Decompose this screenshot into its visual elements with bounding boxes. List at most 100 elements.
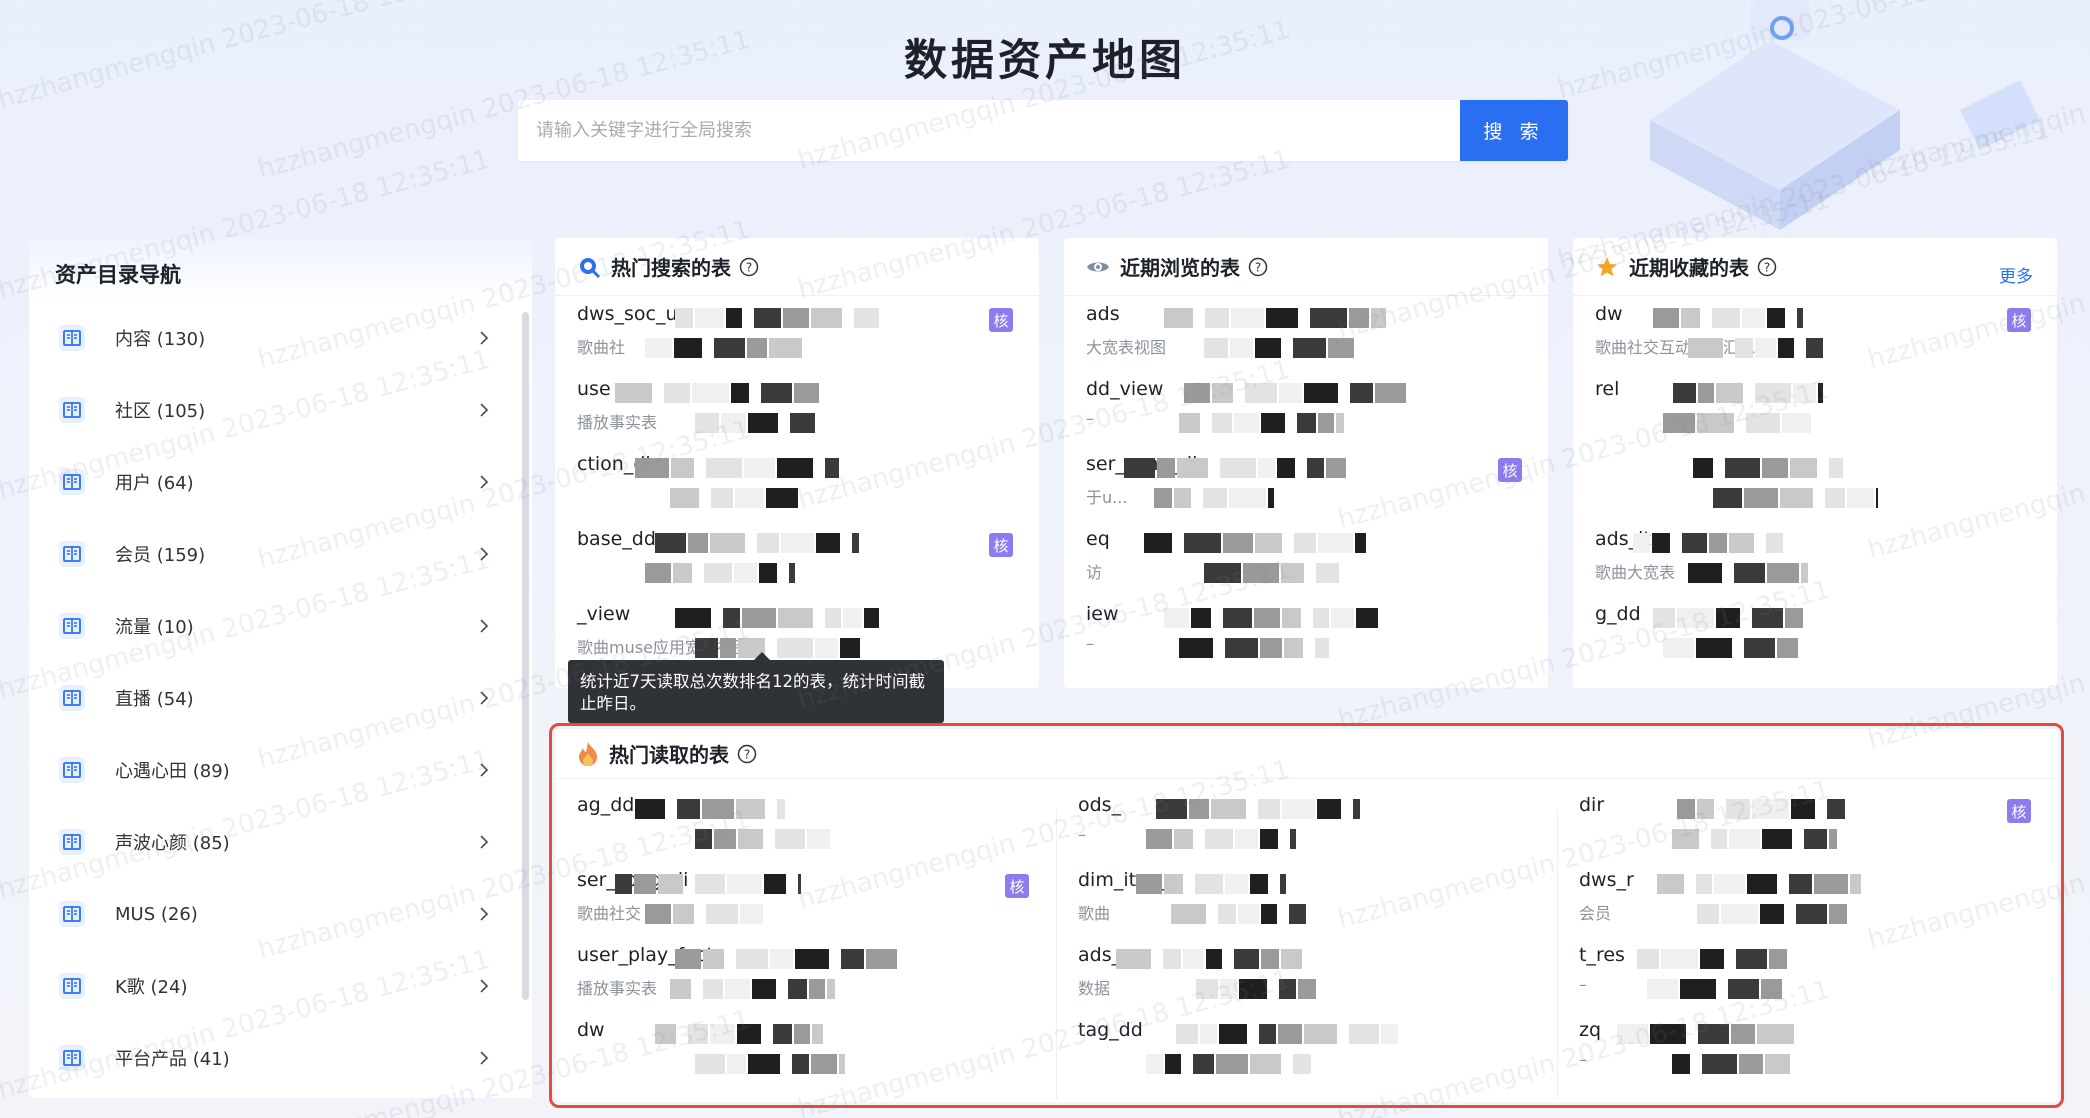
- highlight-frame: [549, 723, 2064, 1108]
- table-row[interactable]: base_dd 核: [555, 521, 1039, 596]
- hot-search-card: 热门搜索的表 ? dws_soc_us 歌曲社核 use 播放事实表 ction_di b…: [555, 238, 1039, 688]
- redacted-mosaic: [1663, 413, 1813, 433]
- redacted-mosaic: [675, 308, 879, 328]
- chevron-right-icon: [480, 1051, 489, 1065]
- table-row[interactable]: g_dd: [1573, 596, 2057, 671]
- table-description: 歌曲社交互动轻度汇总: [1595, 338, 1756, 357]
- core-badge: 核: [989, 308, 1013, 332]
- redacted-mosaic: [695, 638, 860, 658]
- table-row[interactable]: rel: [1573, 371, 2057, 446]
- chevron-right-icon: [480, 907, 489, 921]
- table-row[interactable]: ads_itm歌曲大宽表: [1573, 521, 2057, 596]
- chevron-right-icon: [480, 403, 489, 417]
- table-row[interactable]: ction_di: [555, 446, 1039, 521]
- catalog-icon: [59, 829, 85, 855]
- sidebar-scrollbar[interactable]: [522, 312, 529, 1000]
- redacted-mosaic: [695, 413, 815, 433]
- sidebar-item[interactable]: 直播 (54): [29, 662, 532, 734]
- table-row[interactable]: ads 大宽表视图: [1064, 296, 1548, 371]
- catalog-icon: [59, 973, 85, 999]
- star-icon: [1597, 256, 1617, 276]
- sidebar-item[interactable]: 用户 (64): [29, 446, 532, 518]
- redacted-mosaic: [655, 533, 859, 553]
- sidebar-item[interactable]: MUS (26): [29, 878, 532, 950]
- search-bar: 搜 索: [518, 100, 1568, 161]
- table-row[interactable]: dws_soc_us 歌曲社核: [555, 296, 1039, 371]
- table-row[interactable]: [1573, 446, 2057, 521]
- core-badge: 核: [989, 533, 1013, 557]
- redacted-mosaic: [1154, 488, 1274, 508]
- sidebar-item[interactable]: 会员 (159): [29, 518, 532, 590]
- redacted-mosaic: [1688, 338, 1823, 358]
- sidebar-item-label: 会员 (159): [115, 545, 206, 566]
- catalog-icon: [59, 325, 85, 351]
- table-row[interactable]: iew –: [1064, 596, 1548, 671]
- catalog-icon: [59, 685, 85, 711]
- sidebar-item[interactable]: 社区 (105): [29, 374, 532, 446]
- redacted-mosaic: [1164, 608, 1386, 628]
- sidebar-item[interactable]: 内容 (130): [29, 302, 532, 374]
- catalog-icon: [59, 613, 85, 639]
- table-name: rel: [1595, 378, 1620, 400]
- catalog-icon: [59, 901, 85, 927]
- chevron-right-icon: [480, 331, 489, 345]
- search-button[interactable]: 搜 索: [1460, 100, 1568, 161]
- sidebar-item-label: 流量 (10): [115, 617, 194, 638]
- table-row[interactable]: use 播放事实表: [555, 371, 1039, 446]
- redacted-mosaic: [675, 608, 879, 628]
- sidebar-item-label: 内容 (130): [115, 329, 206, 350]
- catalog-icon: [59, 469, 85, 495]
- sidebar-item[interactable]: K歌 (24): [29, 950, 532, 1022]
- redacted-mosaic: [1653, 608, 1803, 628]
- table-name: [1595, 446, 2057, 453]
- catalog-sidebar: 资产目录导航 内容 (130) 社区 (105) 用户 (64) 会员 (159) 流量…: [29, 238, 532, 1098]
- search-input[interactable]: [518, 100, 1460, 161]
- redacted-mosaic: [1204, 338, 1354, 358]
- sidebar-item-label: 声波心颜 (85): [115, 833, 230, 854]
- sidebar-item[interactable]: 心遇心田 (89): [29, 734, 532, 806]
- catalog-icon: [59, 397, 85, 423]
- table-row[interactable]: dd_view –: [1064, 371, 1548, 446]
- sidebar-item-label: 直播 (54): [115, 689, 194, 710]
- svg-text:?: ?: [1255, 260, 1261, 274]
- redacted-mosaic: [1693, 458, 1843, 478]
- help-icon[interactable]: ?: [1248, 257, 1268, 277]
- more-link[interactable]: 更多: [1999, 262, 2033, 287]
- chevron-right-icon: [480, 619, 489, 633]
- redacted-mosaic: [1663, 638, 1798, 658]
- redacted-mosaic: [1713, 488, 1878, 508]
- catalog-icon: [59, 1045, 85, 1071]
- redacted-mosaic: [1179, 638, 1329, 658]
- redacted-mosaic: [1144, 533, 1366, 553]
- redacted-mosaic: [1673, 383, 1823, 403]
- tooltip: 统计近7天读取总次数排名12的表，统计时间截止昨日。: [568, 652, 944, 723]
- page-title: 数据资产地图: [904, 36, 1186, 86]
- redacted-mosaic: [635, 458, 839, 478]
- svg-text:?: ?: [746, 260, 752, 274]
- redacted-mosaic: [1204, 563, 1339, 583]
- hot-search-title: 热门搜索的表: [611, 256, 731, 280]
- redacted-mosaic: [1653, 308, 1803, 328]
- chevron-right-icon: [480, 763, 489, 777]
- redacted-mosaic: [1164, 308, 1386, 328]
- recent-favorites-card: 近期收藏的表 ? 更多 dw歌曲社交互动轻度汇总核relads_itm歌曲大宽表…: [1573, 238, 2057, 688]
- redacted-mosaic: [615, 383, 819, 403]
- help-icon[interactable]: ?: [1757, 257, 1777, 277]
- table-row[interactable]: eq 访: [1064, 521, 1548, 596]
- sidebar-item-label: 心遇心田 (89): [115, 761, 230, 782]
- sidebar-item[interactable]: 声波心颜 (85): [29, 806, 532, 878]
- chevron-right-icon: [480, 979, 489, 993]
- table-row[interactable]: dw 歌曲社交互动轻度汇总核: [1573, 296, 2057, 371]
- redacted-mosaic: [1179, 413, 1344, 433]
- redacted-mosaic: [645, 338, 810, 358]
- sidebar-item-label: K歌 (24): [115, 977, 188, 998]
- core-badge: 核: [1498, 458, 1522, 482]
- sidebar-item[interactable]: 平台产品 (41): [29, 1022, 532, 1094]
- chevron-right-icon: [480, 547, 489, 561]
- sidebar-item[interactable]: 流量 (10): [29, 590, 532, 662]
- redacted-mosaic: [1124, 458, 1346, 478]
- core-badge: 核: [2007, 308, 2031, 332]
- chevron-right-icon: [480, 475, 489, 489]
- table-row[interactable]: ser_song_di于u...核: [1064, 446, 1548, 521]
- help-icon[interactable]: ?: [739, 257, 759, 277]
